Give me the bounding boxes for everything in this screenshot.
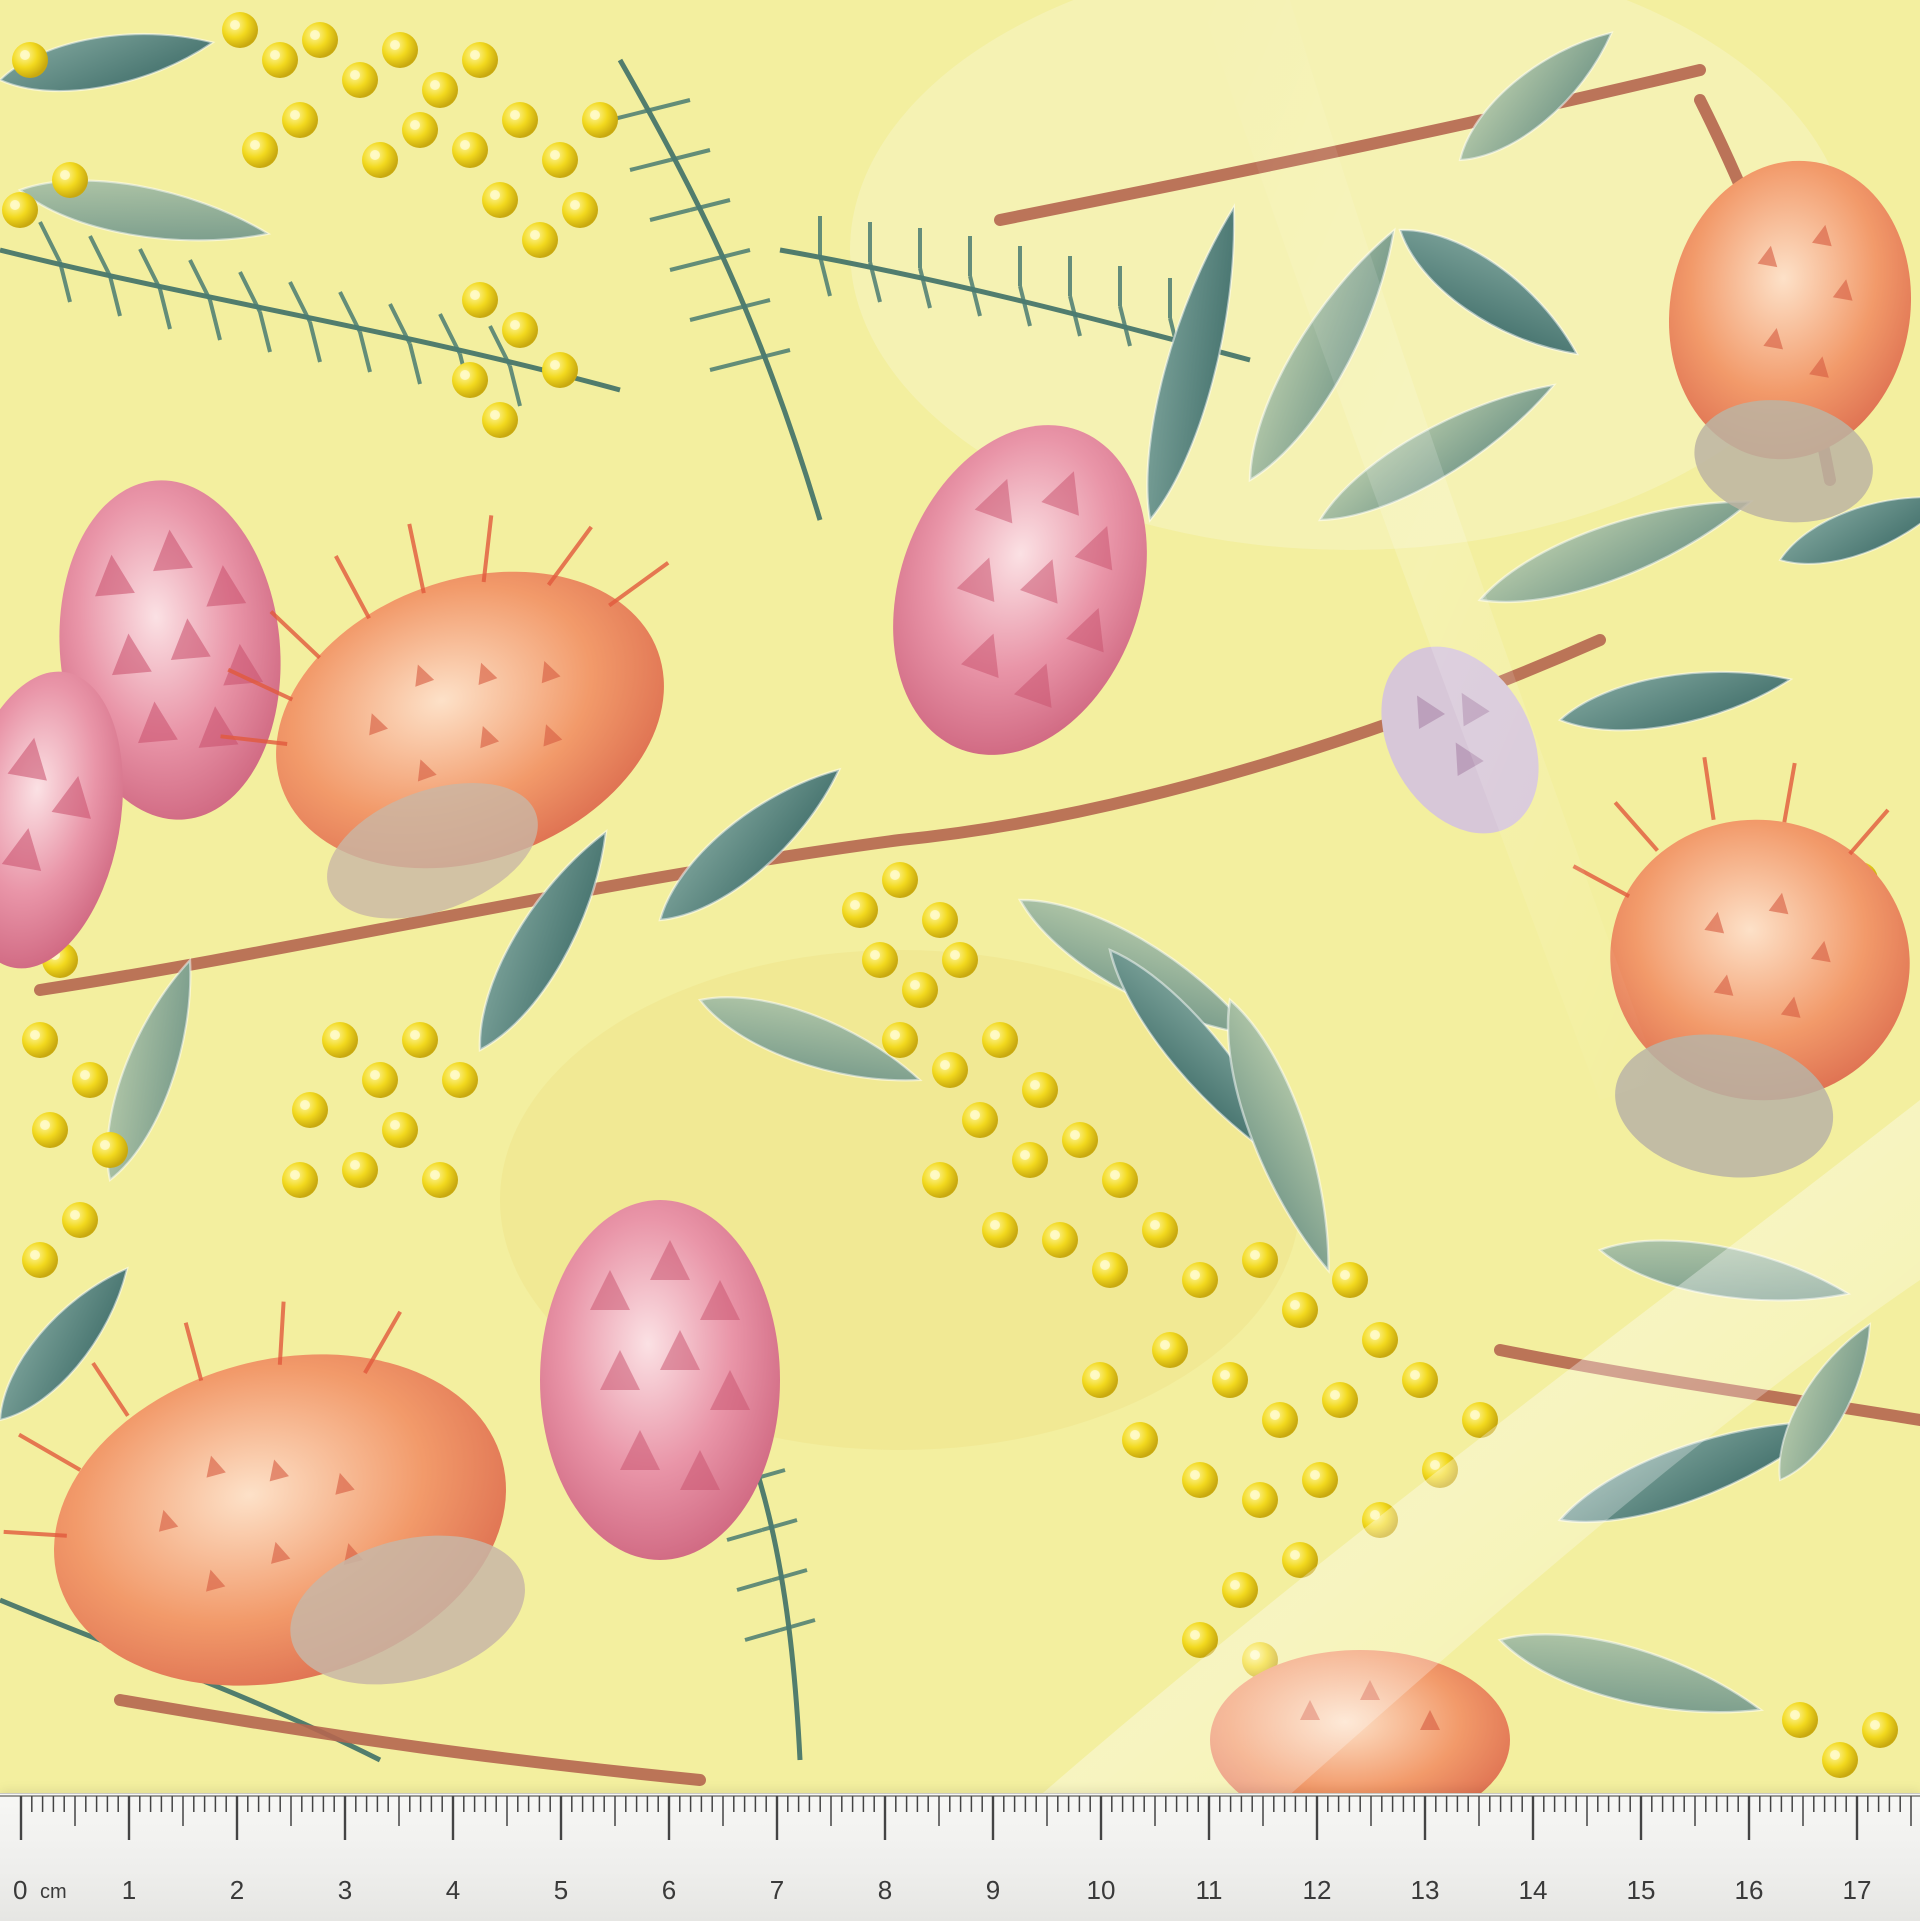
ruler-label: 1 xyxy=(122,1875,136,1905)
ruler-label: 4 xyxy=(446,1875,460,1905)
ruler-label: 2 xyxy=(230,1875,244,1905)
ruler-label: 0 xyxy=(13,1875,27,1905)
fabric-print xyxy=(0,0,1920,1920)
ruler-label: 3 xyxy=(338,1875,352,1905)
ruler-label: 9 xyxy=(986,1875,1000,1905)
ruler-label: 12 xyxy=(1303,1875,1332,1905)
ruler-label: 14 xyxy=(1519,1875,1548,1905)
floral-pattern xyxy=(0,0,1920,1920)
ruler-label: 11 xyxy=(1196,1875,1223,1905)
ruler-label: 10 xyxy=(1087,1875,1116,1905)
ruler-label: 7 xyxy=(770,1875,784,1905)
ruler-label: 16 xyxy=(1735,1875,1764,1905)
ruler-label: 13 xyxy=(1411,1875,1440,1905)
ruler-label: 17 xyxy=(1843,1875,1872,1905)
ruler-scale: 0 1 2 3 4 5 6 7 8 9 10 11 12 13 14 15 16 17cm xyxy=(0,1795,1920,1905)
ruler-label: 8 xyxy=(878,1875,892,1905)
ruler-unit-label: cm xyxy=(40,1881,67,1903)
ruler-label: 15 xyxy=(1627,1875,1656,1905)
ruler-label: 5 xyxy=(554,1875,568,1905)
ruler-label: 6 xyxy=(662,1875,676,1905)
measuring-ruler: 0 1 2 3 4 5 6 7 8 9 10 11 12 13 14 15 16 17 cm xyxy=(0,1793,1920,1921)
